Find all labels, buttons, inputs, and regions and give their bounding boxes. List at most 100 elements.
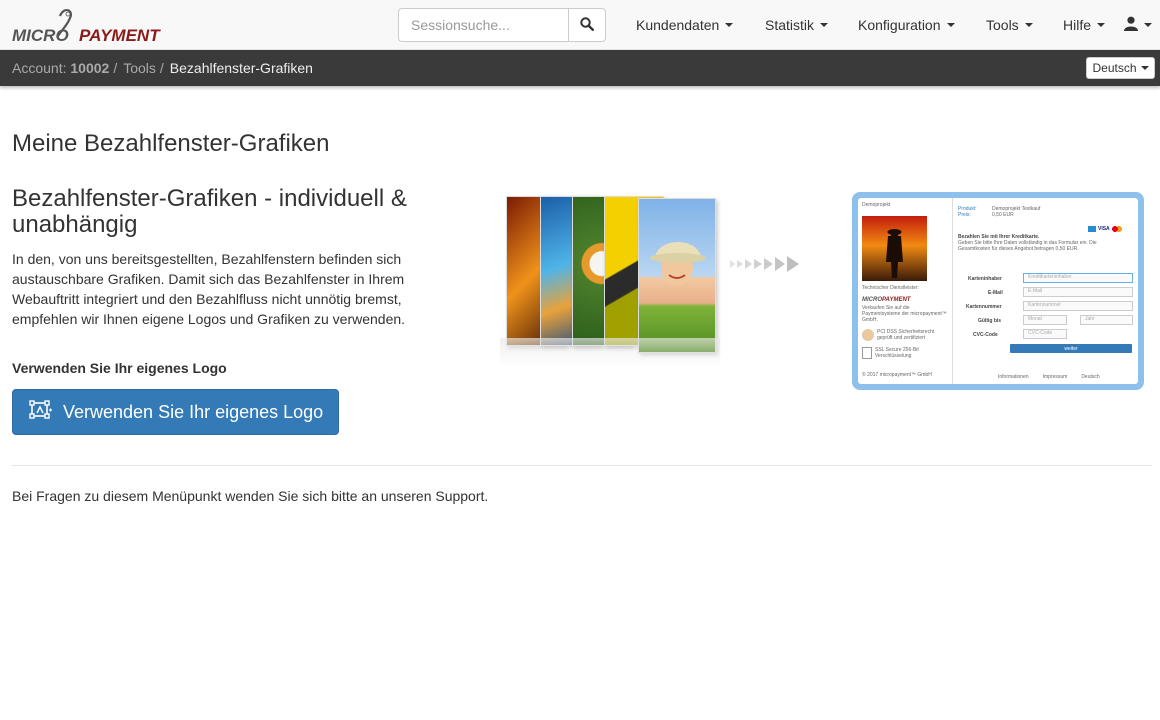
preview-field-email: E-Mail [1023,287,1133,297]
preview-pci-text: PCI DSS Sicherheitsrecht geprüft und zer… [877,329,935,341]
mastercard-icon [1111,226,1122,232]
search-button[interactable] [568,8,606,42]
caret-down-icon [725,23,734,27]
preview-copyright: © 2017 micropayment™ GmbH [862,372,932,378]
preview-field-label: Karteninhaber [968,276,1002,282]
breadcrumb-separator: / [159,60,164,76]
arrow-right-icon [775,257,785,271]
preview-field-month: Monat [1023,315,1067,325]
preview-field-cardnumber: Kartennummer [1023,301,1133,311]
breadcrumb: Account: 10002 / Tools / Bezahlfenster-G… [12,60,313,76]
preview-photo [862,216,927,281]
section-title: Bezahlfenster-Grafiken - individuell & u… [12,185,407,238]
preview-field-cvc: CVC-Code [1023,329,1067,339]
preview-field-placeholder: E-Mail [1028,288,1043,294]
breadcrumb-account-id: 10002 [70,60,110,76]
caret-down-icon [1140,66,1149,70]
preview-field-placeholder: Monat [1028,316,1042,322]
preview-field-placeholder: Kreditkarteninhaber [1028,274,1072,280]
preview-micropayment-text: Verkaufen Sie auf die Paymentsysteme der… [862,305,947,323]
use-own-logo-button-label: Verwenden Sie Ihr eigenes Logo [63,401,324,422]
caret-down-icon [820,23,829,27]
logo-text-micro: MICRO [12,26,69,44]
menu-tools-label: Tools [986,17,1019,33]
breadcrumb-current: Bezahlfenster-Grafiken [169,60,313,76]
photo-card-girl [638,198,716,353]
preview-field-label: Kartennummer [966,304,1002,310]
preview-price-value: 0,50 EUR [992,212,1014,218]
pci-seal-icon [862,329,874,341]
image-edit-icon [29,399,63,425]
breadcrumb-tools[interactable]: Tools [123,60,156,76]
preview-footer-link: Impressum [1042,374,1068,380]
lock-icon [862,347,872,359]
menu-konfiguration-label: Konfiguration [858,17,941,33]
graphic-photo-stack [500,188,720,373]
page-title: Meine Bezahlfenster-Grafiken [12,130,330,157]
caret-down-icon [1024,23,1033,27]
menu-hilfe[interactable]: Hilfe [1063,0,1106,50]
language-select[interactable]: Deutsch [1086,57,1155,79]
caret-down-icon [1144,23,1152,27]
flow-arrows [730,256,799,272]
preview-field-year: Jahr [1080,315,1133,325]
payment-window-form: Produkt: Demoprojekt Testkauf Preis: 0,50 … [958,206,1133,252]
caret-down-icon [946,23,955,27]
preview-footer-link: Informationen [998,374,1029,380]
menu-statistik-label: Statistik [765,17,815,33]
arrow-right-icon [787,256,799,272]
language-selected: Deutsch [1092,61,1137,75]
menu-statistik[interactable]: Statistik [765,0,829,50]
arrow-right-icon [737,260,743,268]
preview-project-label: Demoprojekt [862,202,891,208]
caret-down-icon [1097,23,1106,27]
menu-konfiguration[interactable]: Konfiguration [858,0,955,50]
search-icon [580,16,595,34]
session-search-input[interactable] [398,8,568,42]
menu-hilfe-label: Hilfe [1063,17,1092,33]
preview-footer-links: Informationen Impressum Deutsch [998,374,1100,380]
payment-window-frame: Demoprojekt Technischer Dienstleister: M… [858,198,1138,384]
menu-kundendaten[interactable]: Kundendaten [636,0,734,50]
preview-field-label: CVC-Code [973,332,998,338]
use-own-logo-button[interactable]: Verwenden Sie Ihr eigenes Logo [12,389,339,435]
support-note: Bei Fragen zu diesem Menüpunkt wenden Si… [12,488,489,504]
arrow-right-icon [730,260,735,268]
preview-ssl-badge: SSL Secure 256-Bit Verschlüsselung [862,347,948,359]
breadcrumb-separator: / [113,60,118,76]
micropayment-logo[interactable]: MICRO PAYMENT [12,8,162,45]
payment-window-illustration: Demoprojekt Technischer Dienstleister: M… [500,188,1160,398]
visa-icon: VISA [1098,226,1110,232]
user-icon [1124,16,1138,34]
preview-submit-button: weiter [1010,344,1132,353]
breadcrumb-account[interactable]: Account: 10002 [12,60,109,76]
payment-window-preview: Demoprojekt Technischer Dienstleister: M… [852,192,1144,390]
breadcrumb-account-label: Account: [12,60,67,76]
preview-field-label: Gültig bis [978,318,1002,324]
arrow-right-icon [764,258,773,270]
arrow-right-icon [754,259,762,269]
arrow-right-icon [745,259,752,269]
preview-pay-text: Geben Sie bitte Ihre Daten vollständig i… [958,240,1097,252]
section-description: In den, von uns bereitsgestellten, Bezah… [12,251,406,327]
top-navbar: MICRO PAYMENT Kundendaten Statistik Konf… [0,0,1160,50]
photo-reflection [500,338,720,368]
preview-card-logos: VISA [1088,226,1122,232]
preview-submit-label: weiter [1064,345,1078,352]
preview-field-placeholder: CVC-Code [1028,330,1053,336]
preview-footer-link: Deutsch [1081,374,1100,380]
user-menu[interactable] [1124,0,1152,50]
content-divider [12,465,1152,466]
preview-pci-badge: PCI DSS Sicherheitsrecht geprüft und zer… [862,329,948,341]
session-search [398,8,606,42]
preview-field-placeholder: Jahr [1085,316,1095,322]
preview-ssl-text: SSL Secure 256-Bit Verschlüsselung [875,347,919,359]
preview-price-label: Preis: [958,212,971,218]
payment-window-sidebar: Demoprojekt Technischer Dienstleister: M… [858,198,953,384]
logo-sub-heading: Verwenden Sie Ihr eigenes Logo [12,360,227,376]
preview-micropayment-logo: MICROPAYMENT [862,297,911,303]
preview-field-placeholder: Kartennummer [1028,302,1062,308]
menu-tools[interactable]: Tools [986,0,1033,50]
amex-icon [1088,226,1096,232]
preview-field-cardholder: Kreditkarteninhaber [1023,273,1133,283]
